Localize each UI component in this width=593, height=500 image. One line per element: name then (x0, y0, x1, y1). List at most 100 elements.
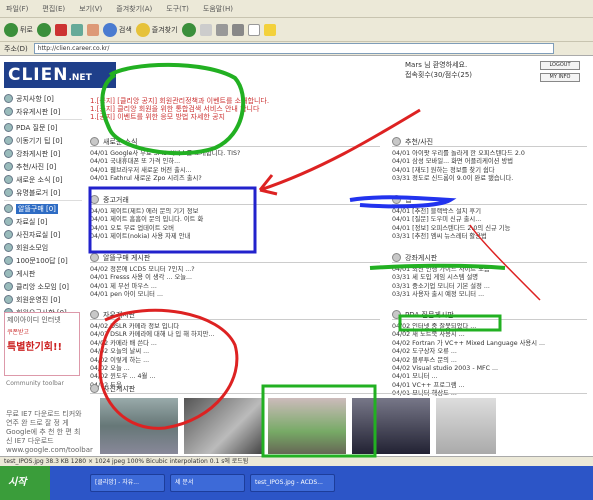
photo-thumbnail[interactable] (268, 398, 346, 454)
sidebar-ad[interactable]: 제이아이디 인터넷 쿠폰받고 특별한기회!! (4, 312, 80, 376)
photo-thumbnail[interactable] (100, 398, 178, 454)
menu-file[interactable]: 파일(F) (6, 4, 28, 14)
post-item[interactable]: 04/01 Fresss 사용 이 생각 ... 오늘... (90, 274, 380, 282)
sidebar-item-mobile[interactable]: 이동기기 팁 [0] (4, 134, 82, 147)
sidebar-item-label: 강좌게시판 [0] (16, 149, 61, 158)
sidebar-item-blogger[interactable]: 유명블로거 [0] (4, 186, 82, 199)
media-icon[interactable] (181, 22, 196, 37)
taskbar-item-docs[interactable]: 세 문서 (170, 474, 245, 492)
post-item[interactable]: 04/01 오토 무료 업데이트 오버 (90, 225, 380, 233)
post-item[interactable]: 04/01 웹브라우저 새로운 버전 출시... (90, 167, 380, 175)
menu-edit[interactable]: 편집(E) (42, 4, 65, 14)
section-lecture-header[interactable]: 강좌게시판 (392, 253, 587, 263)
section-recommend-posts: 04/01 아이팟 우리를 놀라게 한 오피스텐다드 2.0 04/01 삼성 … (392, 150, 587, 184)
mail-icon[interactable] (199, 23, 212, 36)
post-item[interactable]: 04/02 이렇게 하는 ... (90, 357, 380, 365)
sidebar-item-news[interactable]: 새로운 소식 [0] (4, 173, 82, 186)
post-item[interactable]: 04/02 도구상자 오류 ... (392, 348, 587, 356)
section-deals-header[interactable]: 알뜰구매 게시판 (90, 253, 380, 263)
favorites-button[interactable]: 즐겨찾기 (135, 22, 178, 37)
edit-icon[interactable] (231, 23, 244, 36)
sidebar-item-photos[interactable]: 사진자료실 [0] (4, 228, 82, 241)
board-icon (4, 107, 13, 116)
notice-item[interactable]: 1.[공지] 이벤트를 위한 응모 방법 자세한 공지 (90, 113, 269, 121)
menu-tools[interactable]: 도구(T) (166, 4, 189, 14)
section-photos-header[interactable]: 사진게시판 (90, 384, 587, 394)
post-item[interactable]: 04/02 DSLR 카메라에 대해 나 입 해 하지만... (90, 331, 380, 339)
post-item[interactable]: 04/01 [질문] 도우미 신규 출시... (392, 216, 587, 224)
post-item[interactable]: 04/01 모니터 ... (392, 373, 587, 381)
post-item[interactable]: 04/02 새 노트북 사용시 ... (392, 331, 587, 339)
taskbar-item-browser[interactable]: [클리앙] - 자유... (90, 474, 165, 492)
taskbar-item-acdsee[interactable]: test_IPOS.jpg - ACDS... (250, 474, 335, 492)
photo-thumbnail[interactable] (352, 398, 430, 454)
board-icon (4, 123, 13, 132)
post-item[interactable]: 04/02 윈도우 ... 4월 ... (90, 373, 380, 381)
sidebar-item-board[interactable]: 게시판 (4, 267, 82, 280)
post-item[interactable]: 03/31 중소기업 모니터 기본 설정 ... (392, 283, 587, 291)
toolbar-promo-text[interactable]: 무료 IE7 다운로드 티커와 연주 완 드로 잘 정 게 Google에 추 … (6, 410, 93, 455)
sidebar-item-deals[interactable]: 알뜰구매 [0] (4, 202, 82, 215)
section-title: PDA 질문게시판 (405, 310, 454, 319)
folder-icon[interactable] (263, 23, 276, 36)
site-logo[interactable]: CLIEN.NET (4, 62, 116, 88)
post-item[interactable]: 03/31 세 도입 게임 시스템 설명 (392, 274, 587, 282)
sidebar-item-label: 클리앙 소모임 [0] (16, 282, 70, 291)
sidebar-item-files[interactable]: 자료실 [0] (4, 215, 82, 228)
section-tips-header[interactable]: 팁 (392, 195, 587, 205)
stop-icon[interactable] (54, 23, 67, 36)
myinfo-button[interactable]: MY INFO (540, 73, 580, 82)
logout-button[interactable]: LOGOUT (540, 61, 580, 70)
sidebar-item-staff[interactable]: 회원운영진 [0] (4, 293, 82, 306)
sidebar-item-recommend[interactable]: 추천/사진 [0] (4, 160, 82, 173)
sidebar-item-100[interactable]: 100문100답 [0] (4, 254, 82, 267)
sidebar-item-pda[interactable]: PDA 질문 [0] (4, 121, 82, 134)
board-icon (4, 217, 13, 226)
menu-favorites[interactable]: 즐겨찾기(A) (116, 4, 152, 14)
section-news-header[interactable]: 새로운 소식 (90, 137, 380, 147)
post-item[interactable]: 04/02 Fortran 가 VC++ Mixed Language 사용시 … (392, 340, 587, 348)
menu-view[interactable]: 보기(V) (79, 4, 102, 14)
section-recommend-header[interactable]: 추천/사진 (392, 137, 587, 147)
post-item[interactable]: 04/01 [정보] 오피스텐다드 2.0의 신규 기능 (392, 225, 587, 233)
post-item[interactable]: 04/01 제 무선 마우스 ... (90, 283, 380, 291)
section-used-header[interactable]: 중고거래 (90, 195, 380, 205)
post-item[interactable]: 04/01 삼성 모바일... 화면 어플리케이션 방법 (392, 158, 587, 166)
section-icon (90, 195, 99, 204)
forward-arrow-icon[interactable] (36, 22, 51, 37)
post-item[interactable]: 04/02 카메라 배 쓴다 ... (90, 340, 380, 348)
back-button[interactable]: 뒤로 (4, 22, 33, 37)
post-item[interactable]: 04/01 국내휴대폰 또 가격 인하... (90, 158, 380, 166)
start-button[interactable]: 시작 (0, 466, 50, 500)
post-item[interactable]: 04/01 [재도] 원하는 정보를 찾기 쉽다 (392, 167, 587, 175)
section-qna-header[interactable]: PDA 질문게시판 (392, 310, 587, 320)
post-item[interactable]: 03/31 [추천] 엠씨 뉴스레터 활용법 (392, 233, 587, 241)
sidebar-item-notice[interactable]: 공지사항 [0] (4, 92, 82, 105)
sidebar-item-lecture[interactable]: 강좌게시판 [0] (4, 147, 82, 160)
photo-thumbnail[interactable] (184, 398, 262, 454)
sidebar-item-free[interactable]: 자유게시판 [0] (4, 105, 82, 118)
sidebar-item-group[interactable]: 회원소모임 (4, 241, 82, 254)
post-item[interactable]: 03/31 정도로 신드롬이 9.0이 완료 됐습니다. (392, 175, 587, 183)
post-item[interactable]: 03/31 사용자 출시 예정 모니터 ... (392, 291, 587, 299)
menu-help[interactable]: 도움말(H) (203, 4, 233, 14)
section-free-header[interactable]: 자유게시판 (90, 310, 380, 320)
post-item[interactable]: 04/01 Fathrul 새로운 Zpo 시리즈 출시? (90, 175, 380, 183)
post-item[interactable]: 04/01 제이트 흠흠이 문의 입니다. 이트 화 (90, 216, 380, 224)
star-icon (135, 22, 150, 37)
address-input[interactable]: http://clien.career.co.kr/ (33, 43, 554, 54)
refresh-icon[interactable] (70, 23, 83, 36)
print-icon[interactable] (215, 23, 228, 36)
discuss-icon[interactable] (247, 23, 260, 36)
post-item[interactable]: 04/02 오늘의 날씨 ... (90, 348, 380, 356)
search-button[interactable]: 검색 (102, 22, 132, 37)
post-item[interactable]: 04/01 pen 아이 모니터 ... (90, 291, 380, 299)
favorites-label: 즐겨찾기 (151, 25, 178, 34)
notice-item[interactable]: 1.[공지] 클리앙 회원을 위한 통합검색 서비스 안내 합니다 (90, 105, 269, 113)
sidebar-item-club[interactable]: 클리앙 소모임 [0] (4, 280, 82, 293)
home-icon[interactable] (86, 23, 99, 36)
notice-item[interactable]: 1.[공지] [클리앙 공지] 회원관리정책과 이벤트를 소개합니다. (90, 97, 269, 105)
photo-thumbnail[interactable] (436, 398, 496, 454)
post-item[interactable]: 04/02 블루투스 문의 ... (392, 357, 587, 365)
post-item[interactable]: 04/01 제이트(nokia) 사용 자제 안내 (90, 233, 380, 241)
